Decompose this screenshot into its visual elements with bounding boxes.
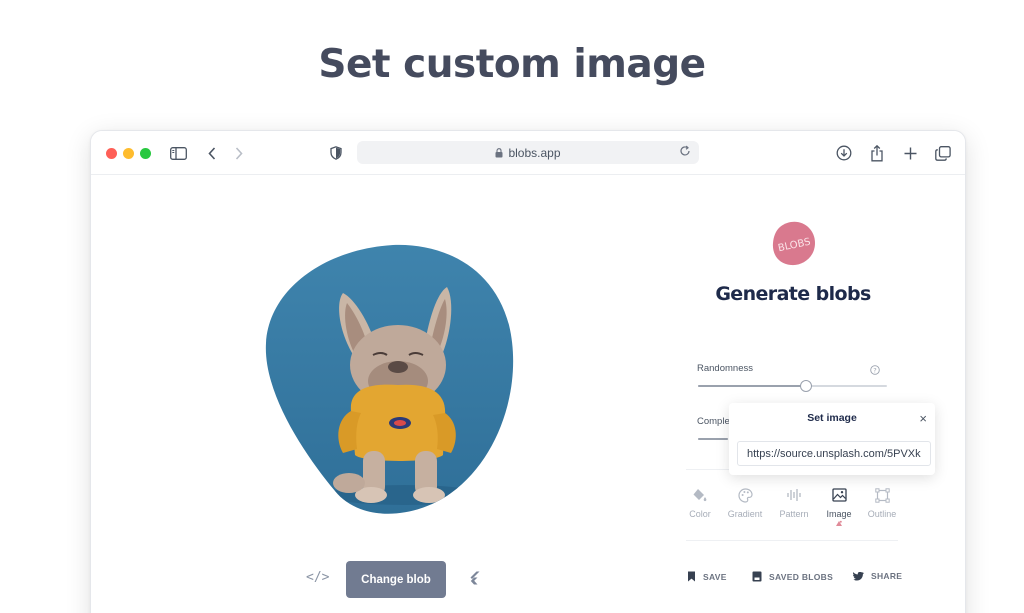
share-label: SHARE — [871, 571, 903, 581]
help-icon[interactable]: ? — [870, 362, 880, 380]
flutter-icon[interactable] — [468, 571, 480, 590]
randomness-slider-fill — [698, 385, 806, 387]
app-title: Generate blobs — [715, 283, 871, 305]
maximize-window-button[interactable] — [140, 148, 151, 159]
palette-icon — [723, 486, 767, 504]
pattern-icon — [772, 486, 816, 504]
lock-icon — [495, 147, 503, 158]
new-tab-icon[interactable] — [903, 143, 917, 163]
save-label: SAVE — [703, 571, 727, 582]
close-window-button[interactable] — [106, 148, 117, 159]
change-blob-button[interactable]: Change blob — [346, 561, 446, 598]
outline-icon — [860, 486, 904, 504]
paint-bucket-icon — [678, 486, 722, 504]
blobs-logo: BLOBS — [769, 219, 819, 269]
close-icon[interactable]: × — [919, 412, 927, 425]
tool-outline-label: Outline — [867, 509, 897, 519]
share-button[interactable]: SHARE — [853, 571, 902, 581]
image-url-input[interactable]: https://source.unsplash.com/5PVXk — [737, 441, 931, 466]
privacy-shield-icon[interactable] — [329, 143, 343, 163]
page-headline: Set custom image — [318, 42, 706, 87]
tool-color[interactable]: Color — [678, 486, 722, 519]
tool-outline[interactable]: Outline — [860, 486, 904, 519]
svg-text:?: ? — [873, 367, 876, 375]
popover-title: Set image — [807, 412, 857, 424]
minimize-window-button[interactable] — [123, 148, 134, 159]
save-button[interactable]: SAVE — [687, 571, 727, 582]
sidebar-toggle-icon[interactable] — [169, 143, 187, 163]
download-icon[interactable] — [835, 143, 853, 163]
saved-icon — [752, 571, 762, 582]
saved-blobs-button[interactable]: SAVED BLOBS — [752, 571, 833, 582]
browser-window: blobs.app </> Change blob BLOBS Generate… — [90, 130, 966, 613]
complexity-slider-fill — [698, 438, 728, 440]
complexity-label: Comple — [697, 416, 730, 427]
saved-blobs-label: SAVED BLOBS — [769, 571, 834, 582]
tool-image-label: Image — [826, 509, 852, 519]
style-tools: Color Gradient Pattern Image Outline — [686, 469, 898, 541]
tool-pattern[interactable]: Pattern — [772, 486, 816, 519]
tool-color-label: Color — [689, 509, 711, 519]
randomness-slider-thumb[interactable] — [799, 380, 812, 392]
dog-photo — [265, 244, 514, 514]
blob-preview — [265, 243, 515, 517]
back-icon[interactable] — [206, 143, 218, 163]
tool-pattern-label: Pattern — [779, 509, 809, 519]
image-icon — [817, 486, 861, 504]
set-image-popover: Set image × https://source.unsplash.com/… — [729, 403, 935, 475]
active-marker-icon — [817, 520, 861, 527]
url-text: blobs.app — [508, 145, 561, 160]
bookmark-icon — [687, 571, 696, 582]
browser-toolbar: blobs.app — [91, 131, 965, 175]
reload-icon[interactable] — [679, 145, 691, 157]
randomness-slider[interactable] — [698, 380, 887, 392]
tool-image[interactable]: Image — [817, 486, 861, 527]
tab-overview-icon[interactable] — [934, 143, 951, 163]
twitter-icon — [853, 571, 864, 581]
tool-gradient[interactable]: Gradient — [723, 486, 767, 519]
tool-gradient-label: Gradient — [727, 509, 763, 519]
forward-icon[interactable] — [233, 143, 245, 163]
address-bar[interactable]: blobs.app — [357, 141, 699, 164]
share-icon[interactable] — [869, 143, 885, 163]
randomness-label: Randomness — [697, 363, 753, 374]
complexity-slider[interactable] — [698, 438, 728, 440]
code-icon[interactable]: </> — [306, 570, 329, 585]
